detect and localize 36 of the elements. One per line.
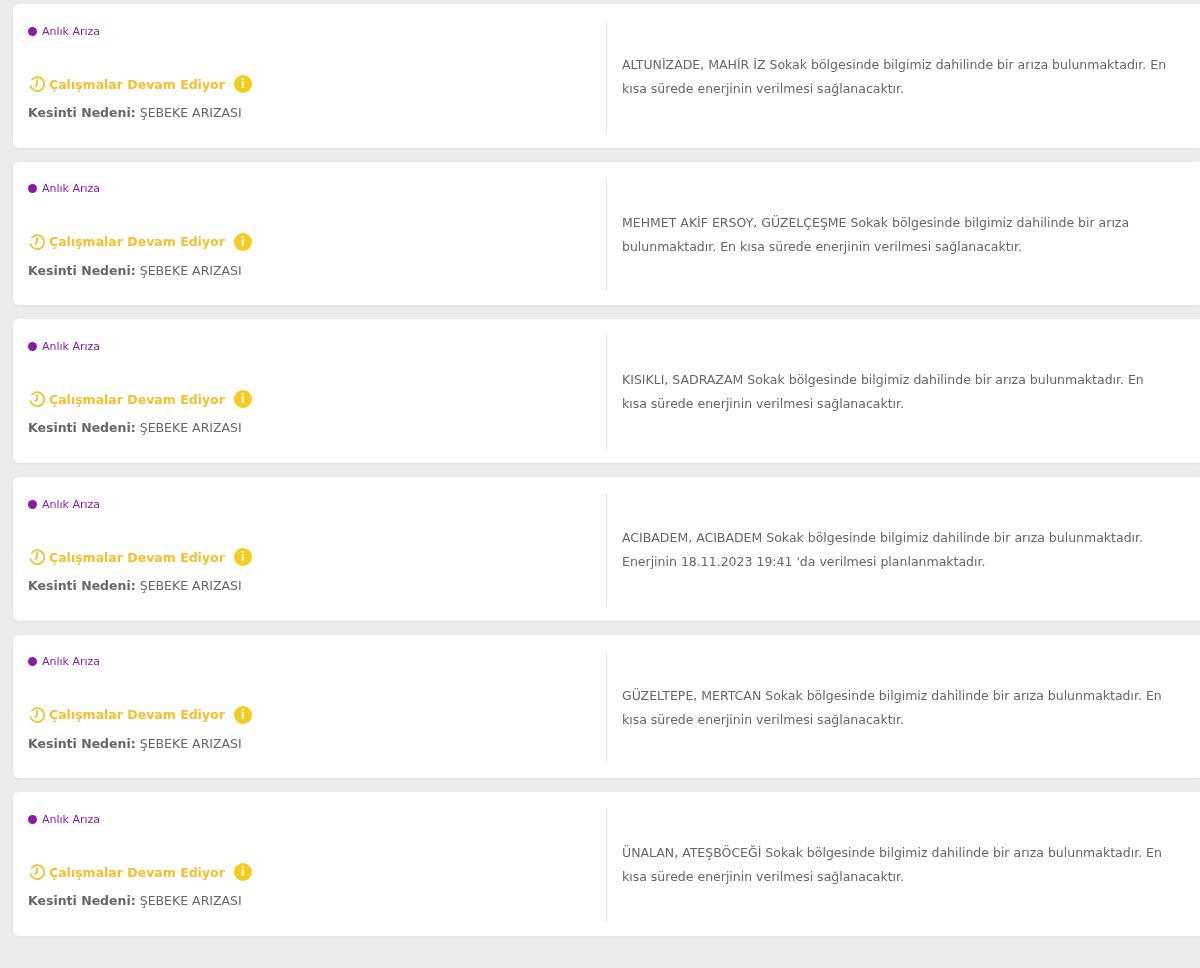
- outage-message: GÜZELTEPE, MERTCAN Sokak bölgesinde bilgimiz dahilinde bir arıza bulunmaktadır. En kısa sürede enerjinin verilmesi sağlanacaktır.: [622, 686, 1163, 729]
- clock-icon: [28, 705, 46, 724]
- outage-type: Anlık Arıza: [42, 655, 101, 669]
- work-status: Çalışmalar Devam Ediyor: [49, 391, 225, 407]
- work-status: Çalışmalar Devam Ediyor: [49, 707, 225, 723]
- outage-message: MEHMET AKİF ERSOY, GÜZELÇEŞME Sokak bölgesinde bilgimiz dahilinde bir arıza bulunmaktadır. En kısa sürede enerjinin verilmesi sağlanacaktır.: [622, 213, 1131, 256]
- clock-icon: [28, 390, 46, 409]
- outage-reason: Kesinti Nedeni: ŞEBEKE ARIZASI: [28, 420, 243, 436]
- outage-type: Anlık Arıza: [42, 497, 101, 511]
- work-status: Çalışmalar Devam Ediyor: [49, 76, 225, 92]
- outage-reason: Kesinti Nedeni: ŞEBEKE ARIZASI: [28, 893, 243, 909]
- outage-message: KISIKLI, SADRAZAM Sokak bölgesinde bilgimiz dahilinde bir arıza bulunmaktadır. En kısa sürede enerjinin verilmesi sağlanacaktır.: [622, 371, 1145, 414]
- outage-type: Anlık Arıza: [42, 182, 101, 196]
- outage-message: ACIBADEM, ACIBADEM Sokak bölgesinde bilgimiz dahilinde bir arıza bulunmaktadır. Enerjinin 18.11.2023 19:41 'da verilmesi planlanmaktadır.: [622, 528, 1145, 571]
- outage-message: ÜNALAN, ATEŞBÖCEĞİ Sokak bölgesinde bilgimiz dahilinde bir arıza bulunmaktadır. En kısa sürede enerjinin verilmesi sağlanacaktır.: [622, 844, 1163, 887]
- work-status: Çalışmalar Devam Ediyor: [49, 549, 225, 565]
- clock-icon: [28, 863, 46, 882]
- work-status: Çalışmalar Devam Ediyor: [49, 864, 225, 880]
- outage-message: ALTUNİZADE, MAHİR İZ Sokak bölgesinde bilgimiz dahilinde bir arıza bulunmaktadır. En kısa sürede enerjinin verilmesi sağlanacaktır.: [622, 55, 1168, 98]
- outage-reason: Kesinti Nedeni: ŞEBEKE ARIZASI: [28, 262, 243, 278]
- info-icon[interactable]: i: [233, 705, 252, 724]
- outage-type: Anlık Arıza: [42, 24, 101, 38]
- clock-icon: [28, 232, 46, 251]
- clock-icon: [28, 548, 46, 566]
- outage-reason: Kesinti Nedeni: ŞEBEKE ARIZASI: [28, 578, 243, 593]
- info-icon[interactable]: i: [233, 75, 252, 93]
- outage-reason: Kesinti Nedeni: ŞEBEKE ARIZASI: [28, 105, 243, 120]
- info-icon[interactable]: i: [233, 390, 252, 409]
- info-icon[interactable]: i: [233, 232, 252, 251]
- info-icon[interactable]: i: [233, 548, 252, 566]
- outage-type: Anlık Arıza: [42, 812, 101, 826]
- clock-icon: [28, 75, 46, 93]
- outage-type: Anlık Arıza: [42, 339, 101, 353]
- work-status: Çalışmalar Devam Ediyor: [49, 234, 225, 250]
- outage-reason: Kesinti Nedeni: ŞEBEKE ARIZASI: [28, 735, 243, 751]
- info-icon[interactable]: i: [233, 863, 252, 882]
